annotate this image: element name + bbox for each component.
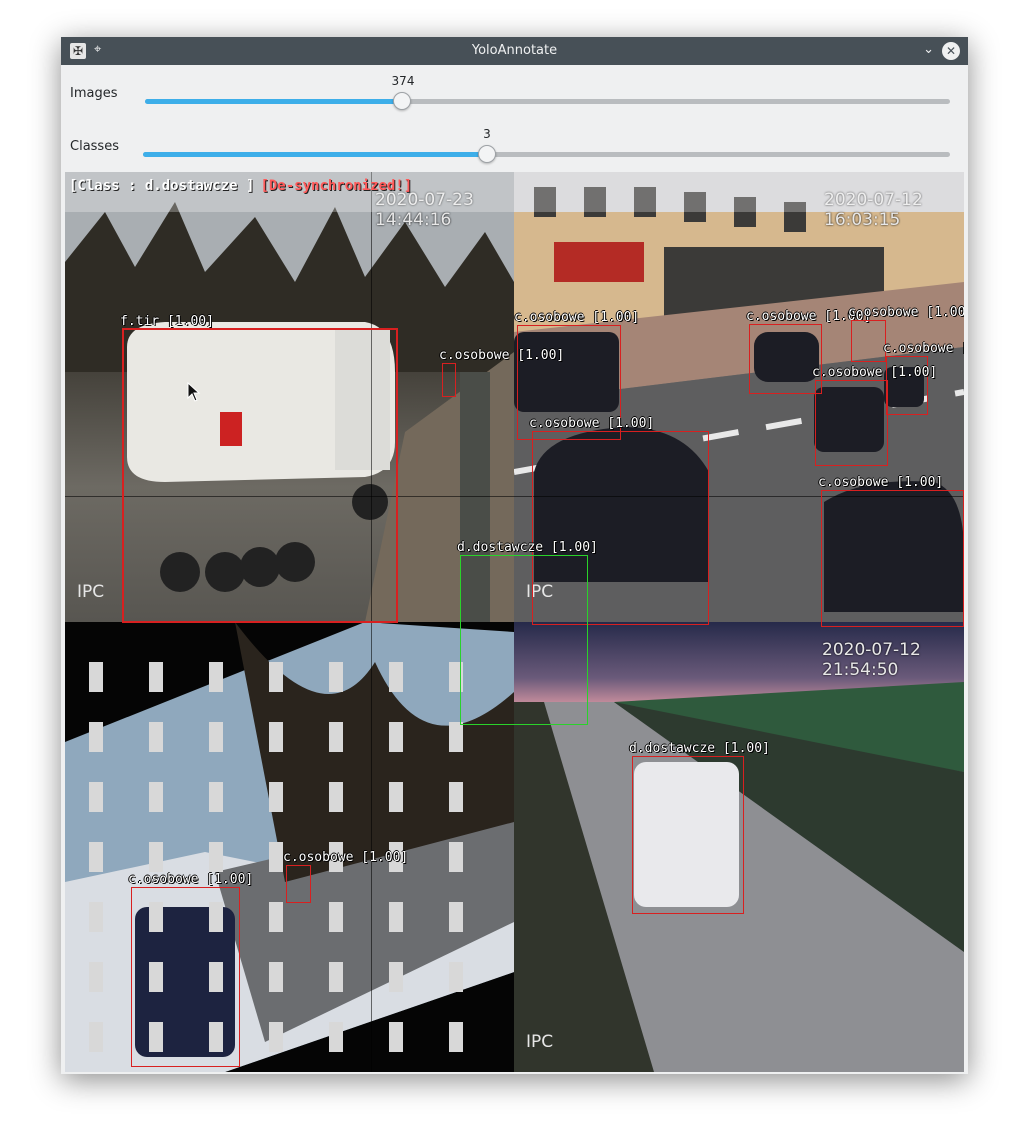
classes-label: Classes (70, 139, 119, 154)
close-icon[interactable]: ✕ (942, 42, 960, 60)
class-info: [Class : d.dostawcze ] [De-synchronized!] (69, 178, 412, 194)
bounding-box[interactable]: c.osobowe [1.00] (848, 305, 964, 362)
box-label: f.tir [1.00] (120, 314, 214, 329)
classes-slider[interactable] (143, 145, 950, 163)
window-title: YoloAnnotate (471, 43, 558, 58)
box-label: d.dostawcze [1.00] (629, 741, 770, 756)
classes-slider-value: 3 (483, 127, 491, 141)
bounding-box[interactable]: c.osobowe [1.00] (439, 348, 564, 397)
images-slider-handle[interactable] (393, 92, 411, 110)
bounding-box[interactable]: c.osobowe [1.00] (746, 309, 871, 394)
images-slider-fill (145, 99, 402, 104)
classes-slider-handle[interactable] (478, 145, 496, 163)
current-class-text: [Class : d.dostawcze ] (69, 178, 255, 194)
box-label: d.dostawcze [1.00] (457, 540, 598, 555)
images-slider-value: 374 (391, 74, 415, 88)
bounding-box[interactable]: f.tir [1.00] (120, 314, 398, 623)
box-label: c.osobowe [1.00] (812, 365, 938, 380)
classes-slider-fill (143, 152, 487, 157)
camera-bottom-right-ipc: IPC (526, 1032, 554, 1052)
camera-bottom-right-timestamp: 2020-07-12 21:54:50 (822, 640, 921, 680)
bounding-box[interactable]: c.osobowe [1.00] (818, 475, 964, 627)
bounding-box[interactable]: c.osobowe [1.00] (128, 872, 253, 1067)
app-window: ✠ ⌖ YoloAnnotate ⌄ ✕ Images 374 Classes … (61, 37, 968, 1074)
box-label: c.osobowe [1.00] (883, 341, 964, 356)
bounding-box[interactable]: c.osobowe [1.00] (812, 365, 937, 466)
image-canvas[interactable]: 2020-07-23 14:44:16 IPC 2020-07-12 16:03… (65, 172, 964, 1072)
box-label: c.osobowe [1.00] (283, 850, 409, 865)
box-label: c.osobowe [1.00] (514, 310, 640, 325)
bounding-box[interactable]: c.osobowe [1.00] (283, 850, 408, 903)
images-slider[interactable] (145, 92, 950, 110)
sync-status-text: [De-synchronized!] (260, 178, 413, 194)
box-label: c.osobowe [1.00] (128, 872, 254, 887)
box-label: c.osobowe [1.00] (818, 475, 944, 490)
camera-top-left-ipc: IPC (77, 582, 105, 602)
box-label: c.osobowe [1.00] (529, 416, 655, 431)
title-bar[interactable]: ✠ ⌖ YoloAnnotate ⌄ ✕ (61, 37, 968, 65)
bounding-box-selected[interactable]: d.dostawcze [1.00] (457, 540, 598, 725)
box-label: c.osobowe [1.00] (848, 305, 964, 320)
bounding-box[interactable]: d.dostawcze [1.00] (629, 741, 770, 914)
images-label: Images (70, 86, 118, 101)
minimize-icon[interactable]: ⌄ (923, 42, 934, 57)
